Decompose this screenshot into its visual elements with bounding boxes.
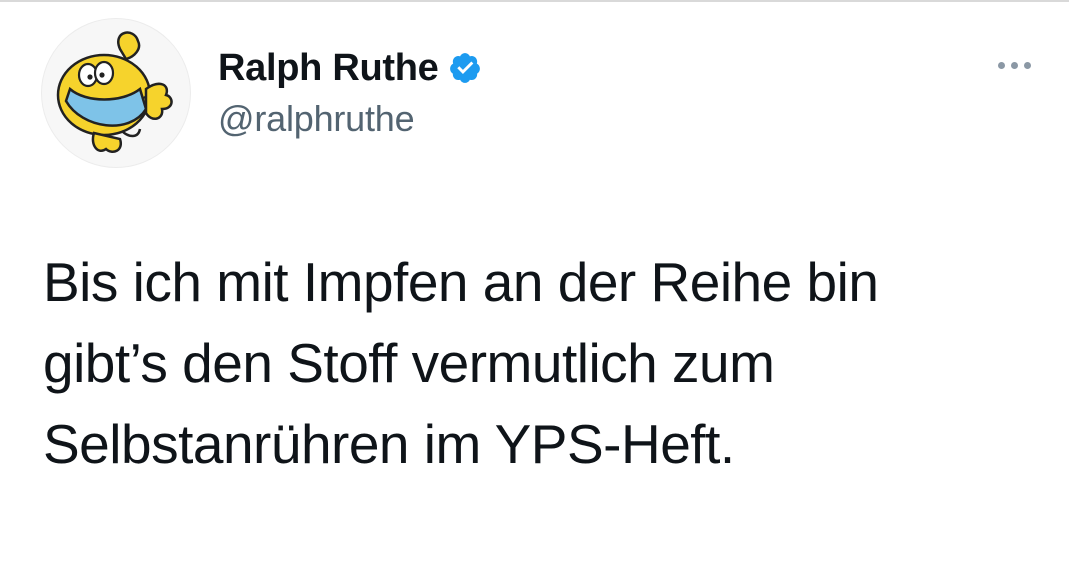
avatar[interactable] xyxy=(41,18,191,168)
tweet-text-line: Selbstanrühren im YPS-Heft. xyxy=(43,413,735,475)
author-handle[interactable]: @ralphruthe xyxy=(218,98,415,140)
author-display-name[interactable]: Ralph Ruthe xyxy=(218,47,439,90)
tweet-text: Bis ich mit Impfen an der Reihe bin gibt… xyxy=(43,242,1043,485)
more-options-button[interactable] xyxy=(986,50,1042,80)
tweet-text-line: Bis ich mit Impfen an der Reihe bin xyxy=(43,251,879,313)
verified-badge-icon xyxy=(448,51,482,85)
more-options-icon xyxy=(1010,61,1018,69)
more-options-icon xyxy=(1023,61,1031,69)
avatar-cartoon-icon xyxy=(56,31,173,153)
tweet-card[interactable]: Ralph Ruthe @ralphruthe Bis ich mit Impf… xyxy=(0,0,1069,564)
author-name-row: Ralph Ruthe xyxy=(218,44,482,92)
more-options-icon xyxy=(997,61,1005,69)
tweet-text-line: gibt’s den Stoff vermutlich zum xyxy=(43,332,775,394)
